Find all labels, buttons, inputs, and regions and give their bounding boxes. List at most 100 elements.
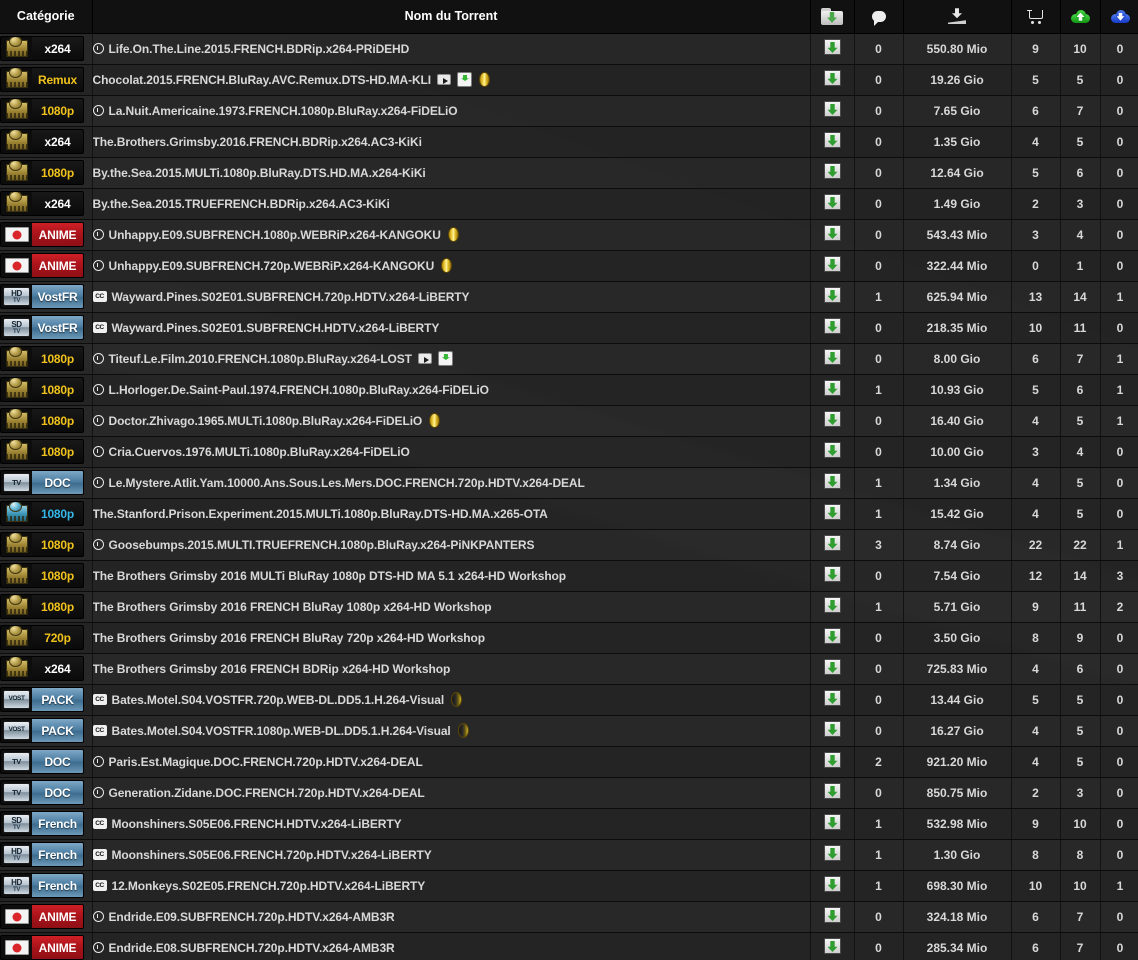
row-category-cell[interactable]: 1080p xyxy=(0,528,93,561)
row-name-cell[interactable]: Paris.Est.Magique.DOC.FRENCH.720p.HDTV.x… xyxy=(92,745,811,778)
row-category-cell[interactable]: SD TV VostFR xyxy=(0,311,93,344)
torrent-name[interactable]: The.Stanford.Prison.Experiment.2015.MULT… xyxy=(93,507,548,521)
category-badge[interactable]: 1080p xyxy=(0,346,84,371)
category-badge[interactable]: 1080p xyxy=(0,439,84,464)
row-category-cell[interactable]: x264 xyxy=(0,187,93,220)
download-icon[interactable] xyxy=(823,907,841,923)
download-icon[interactable] xyxy=(823,473,841,489)
row-category-cell[interactable]: ANIME xyxy=(0,249,93,282)
category-badge[interactable]: 1080p xyxy=(0,160,84,185)
torrent-name[interactable]: Le.Mystere.Atlit.Yam.10000.Ans.Sous.Les.… xyxy=(109,476,585,490)
row-category-cell[interactable]: Remux xyxy=(0,63,93,96)
row-name-cell[interactable]: CC 12.Monkeys.S02E05.FRENCH.720p.HDTV.x26… xyxy=(92,869,811,902)
download-icon[interactable] xyxy=(823,163,841,179)
download-icon[interactable] xyxy=(823,752,841,768)
row-download-cell[interactable] xyxy=(810,125,855,158)
table-row[interactable]: ANIME Endride.E08.SUBFRENCH.720p.HDTV.x26… xyxy=(0,931,1138,960)
torrent-name[interactable]: Unhappy.E09.SUBFRENCH.720p.WEBRiP.x264-K… xyxy=(109,259,435,273)
category-badge[interactable]: 1080p xyxy=(0,532,84,557)
row-name-cell[interactable]: The.Brothers.Grimsby.2016.FRENCH.BDRip.x… xyxy=(92,125,811,158)
torrent-name[interactable]: Generation.Zidane.DOC.FRENCH.720p.HDTV.x… xyxy=(109,786,425,800)
table-row[interactable]: 1080p La.Nuit.Americaine.1973.FRENCH.1080… xyxy=(0,94,1138,127)
row-category-cell[interactable]: ANIME xyxy=(0,218,93,251)
trailer-play-icon[interactable] xyxy=(437,74,451,85)
download-icon[interactable] xyxy=(823,287,841,303)
category-badge[interactable]: ANIME xyxy=(0,222,84,247)
table-row[interactable]: x264 Life.On.The.Line.2015.FRENCH.BDRip.x… xyxy=(0,32,1138,65)
table-row[interactable]: Remux Chocolat.2015.FRENCH.BluRay.AVC.Rem… xyxy=(0,63,1138,96)
row-name-cell[interactable]: Endride.E09.SUBFRENCH.720p.HDTV.x264-AMB… xyxy=(92,900,811,933)
column-header-leechers[interactable] xyxy=(1100,0,1138,34)
row-download-cell[interactable] xyxy=(810,807,855,840)
torrent-name[interactable]: Endride.E09.SUBFRENCH.720p.HDTV.x264-AMB… xyxy=(109,910,395,924)
category-badge[interactable]: TV DOC xyxy=(0,749,84,774)
table-row[interactable]: 1080p Doctor.Zhivago.1965.MULTi.1080p.Blu… xyxy=(0,404,1138,437)
row-download-cell[interactable] xyxy=(810,745,855,778)
download-icon[interactable] xyxy=(823,597,841,613)
row-name-cell[interactable]: Cria.Cuervos.1976.MULTi.1080p.BluRay.x26… xyxy=(92,435,811,468)
row-download-cell[interactable] xyxy=(810,497,855,530)
table-row[interactable]: 1080p The.Stanford.Prison.Experiment.2015… xyxy=(0,497,1138,530)
torrent-name[interactable]: Cria.Cuervos.1976.MULTi.1080p.BluRay.x26… xyxy=(109,445,410,459)
row-download-cell[interactable] xyxy=(810,900,855,933)
torrent-name[interactable]: Life.On.The.Line.2015.FRENCH.BDRip.x264-… xyxy=(109,42,410,56)
row-name-cell[interactable]: By.the.Sea.2015.MULTi.1080p.BluRay.DTS.H… xyxy=(92,156,811,189)
row-category-cell[interactable]: VOST PACK xyxy=(0,714,93,747)
table-row[interactable]: 1080p L.Horloger.De.Saint-Paul.1974.FRENC… xyxy=(0,373,1138,406)
row-download-cell[interactable] xyxy=(810,373,855,406)
table-row[interactable]: ANIME Unhappy.E09.SUBFRENCH.1080p.WEBRiP.… xyxy=(0,218,1138,251)
category-badge[interactable]: 720p xyxy=(0,625,84,650)
row-category-cell[interactable]: SD TV French xyxy=(0,807,93,840)
row-download-cell[interactable] xyxy=(810,776,855,809)
download-icon[interactable] xyxy=(823,690,841,706)
row-category-cell[interactable]: 1080p xyxy=(0,342,93,375)
table-row[interactable]: x264 The Brothers Grimsby 2016 FRENCH BDR… xyxy=(0,652,1138,685)
row-download-cell[interactable] xyxy=(810,249,855,282)
table-row[interactable]: ANIME Endride.E09.SUBFRENCH.720p.HDTV.x26… xyxy=(0,900,1138,933)
column-header-name[interactable]: Nom du Torrent xyxy=(92,0,811,34)
download-icon[interactable] xyxy=(823,721,841,737)
download-icon[interactable] xyxy=(823,442,841,458)
torrent-name[interactable]: The Brothers Grimsby 2016 FRENCH BluRay … xyxy=(93,600,492,614)
torrent-name[interactable]: Titeuf.Le.Film.2010.FRENCH.1080p.BluRay.… xyxy=(109,352,413,366)
column-header-seeders[interactable] xyxy=(1060,0,1101,34)
torrent-name[interactable]: La.Nuit.Americaine.1973.FRENCH.1080p.Blu… xyxy=(109,104,458,118)
category-badge[interactable]: 1080p xyxy=(0,408,84,433)
row-download-cell[interactable] xyxy=(810,683,855,716)
row-name-cell[interactable]: The Brothers Grimsby 2016 FRENCH BluRay … xyxy=(92,590,811,623)
row-download-cell[interactable] xyxy=(810,32,855,65)
torrent-name[interactable]: The Brothers Grimsby 2016 FRENCH BDRip x… xyxy=(93,662,451,676)
table-row[interactable]: 720p The Brothers Grimsby 2016 FRENCH Blu… xyxy=(0,621,1138,654)
table-row[interactable]: 1080p The Brothers Grimsby 2016 FRENCH Bl… xyxy=(0,590,1138,623)
row-download-cell[interactable] xyxy=(810,466,855,499)
row-category-cell[interactable]: 1080p xyxy=(0,404,93,437)
download-icon[interactable] xyxy=(823,349,841,365)
table-row[interactable]: 1080p Goosebumps.2015.MULTI.TRUEFRENCH.10… xyxy=(0,528,1138,561)
row-category-cell[interactable]: 1080p xyxy=(0,590,93,623)
row-category-cell[interactable]: HD TV VostFR xyxy=(0,280,93,313)
row-name-cell[interactable]: Generation.Zidane.DOC.FRENCH.720p.HDTV.x… xyxy=(92,776,811,809)
row-category-cell[interactable]: TV DOC xyxy=(0,466,93,499)
row-download-cell[interactable] xyxy=(810,94,855,127)
row-download-cell[interactable] xyxy=(810,156,855,189)
category-badge[interactable]: SD TV VostFR xyxy=(0,315,84,340)
row-download-cell[interactable] xyxy=(810,621,855,654)
row-download-cell[interactable] xyxy=(810,528,855,561)
download-icon[interactable] xyxy=(823,876,841,892)
row-name-cell[interactable]: CC Moonshiners.S05E06.FRENCH.HDTV.x264-Li… xyxy=(92,807,811,840)
row-category-cell[interactable]: 1080p xyxy=(0,94,93,127)
torrent-name[interactable]: By.the.Sea.2015.MULTi.1080p.BluRay.DTS.H… xyxy=(93,166,426,180)
download-icon[interactable] xyxy=(823,845,841,861)
trailer-play-icon[interactable] xyxy=(417,353,432,364)
category-badge[interactable]: TV DOC xyxy=(0,470,84,495)
download-icon[interactable] xyxy=(823,659,841,675)
table-row[interactable]: HD TV VostFR CC Wayward.Pines.S02E01.SUBFREN… xyxy=(0,280,1138,313)
row-category-cell[interactable]: x264 xyxy=(0,652,93,685)
row-download-cell[interactable] xyxy=(810,590,855,623)
row-name-cell[interactable]: The Brothers Grimsby 2016 FRENCH BluRay … xyxy=(92,621,811,654)
torrent-name[interactable]: The.Brothers.Grimsby.2016.FRENCH.BDRip.x… xyxy=(93,135,422,149)
row-name-cell[interactable]: CC Bates.Motel.S04.VOSTFR.720p.WEB-DL.DD5… xyxy=(92,683,811,716)
category-badge[interactable]: x264 xyxy=(0,36,84,61)
table-row[interactable]: SD TV French CC Moonshiners.S05E06.FRENCH.HD… xyxy=(0,807,1138,840)
row-category-cell[interactable]: TV DOC xyxy=(0,776,93,809)
